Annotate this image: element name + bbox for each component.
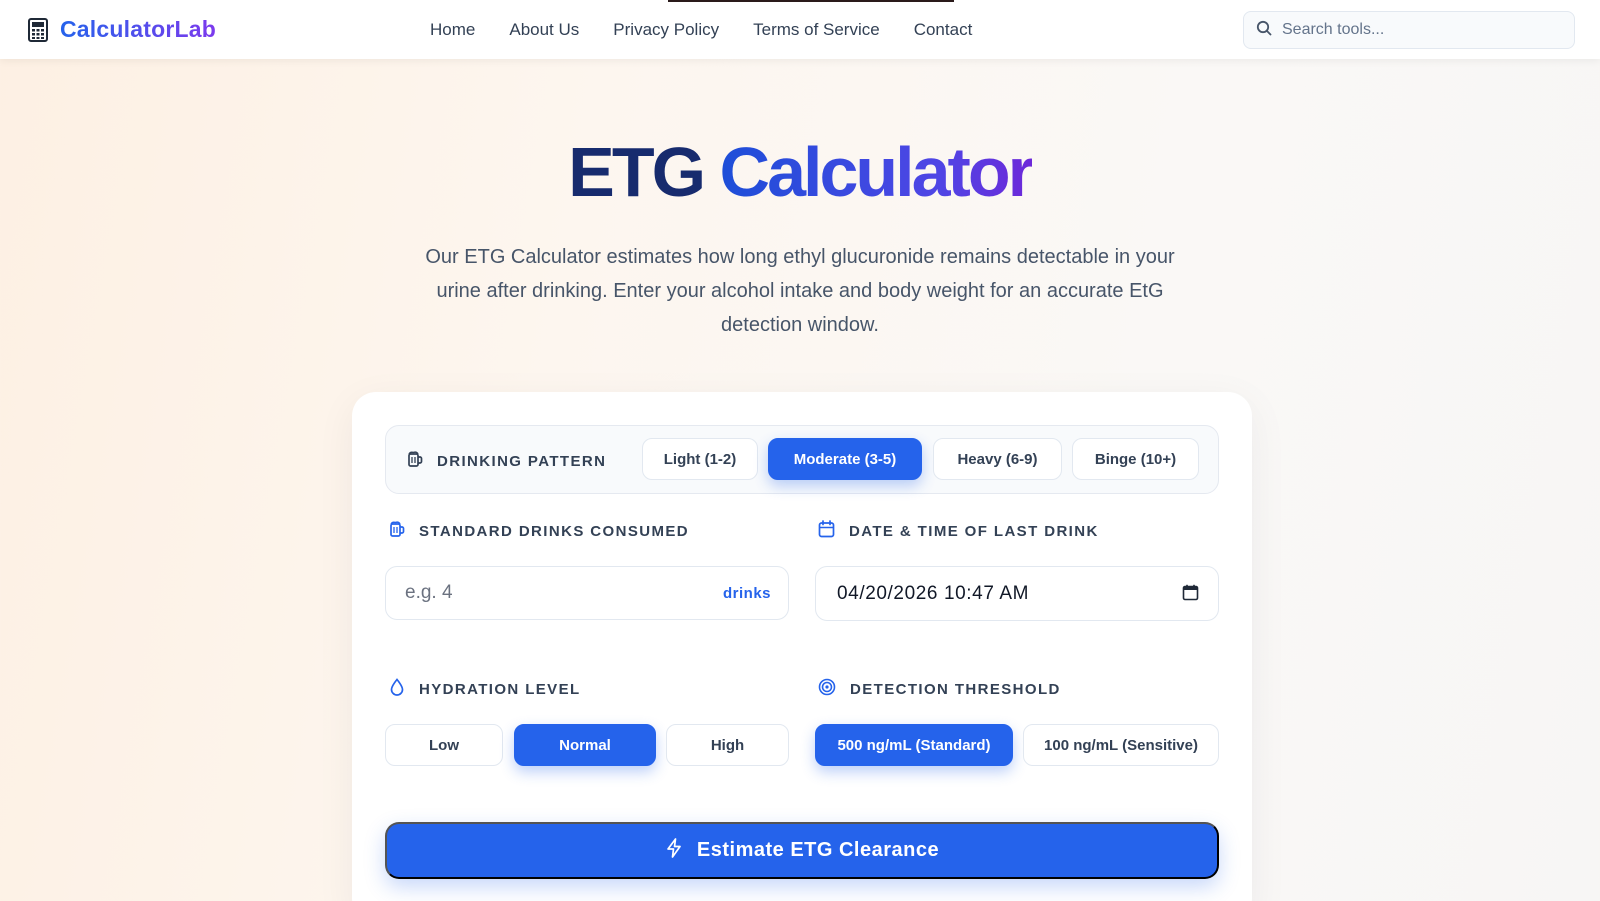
nav-privacy-policy[interactable]: Privacy Policy: [613, 19, 719, 41]
nav-home[interactable]: Home: [430, 19, 475, 41]
lightning-icon: [665, 837, 683, 864]
search-input[interactable]: [1282, 21, 1552, 39]
last-drink-datetime-value: 04/20/2026 10:47 AM: [837, 582, 1030, 604]
main-nav: Home About Us Privacy Policy Terms of Se…: [430, 19, 1006, 41]
pattern-moderate-button[interactable]: Moderate (3-5): [768, 438, 922, 480]
drinking-pattern-label: DRINKING PATTERN: [437, 453, 607, 470]
calendar-icon: [818, 520, 835, 543]
threshold-label-row: DETECTION THRESHOLD: [818, 678, 1061, 701]
drinks-unit-label: drinks: [722, 584, 771, 602]
standard-drinks-field[interactable]: drinks: [385, 566, 789, 620]
calculator-icon: [28, 17, 48, 42]
drinking-pattern-label-row: DRINKING PATTERN: [407, 450, 606, 473]
page-title-part2: Calculator: [719, 133, 1035, 211]
pattern-heavy-button[interactable]: Heavy (6-9): [933, 438, 1062, 480]
page-title: ETG Calculator: [0, 128, 1600, 216]
search-box[interactable]: [1243, 11, 1575, 49]
nav-terms-of-service[interactable]: Terms of Service: [753, 19, 880, 41]
target-icon: [818, 678, 836, 701]
page-title-part1: ETG: [568, 133, 706, 211]
logo[interactable]: CalculatorLab: [28, 16, 216, 43]
hydration-low-button[interactable]: Low: [385, 724, 503, 766]
pattern-binge-button[interactable]: Binge (10+): [1072, 438, 1199, 480]
water-drop-icon: [389, 678, 405, 701]
threshold-sensitive-button[interactable]: 100 ng/mL (Sensitive): [1023, 724, 1219, 766]
estimate-etg-clearance-button[interactable]: Estimate ETG Clearance: [385, 822, 1219, 879]
standard-drinks-input[interactable]: [405, 582, 705, 604]
threshold-label: DETECTION THRESHOLD: [850, 681, 1061, 698]
standard-drinks-label: STANDARD DRINKS CONSUMED: [419, 523, 689, 540]
standard-drinks-label-row: STANDARD DRINKS CONSUMED: [389, 520, 689, 543]
last-drink-label-row: DATE & TIME OF LAST DRINK: [818, 520, 1099, 543]
nav-contact[interactable]: Contact: [914, 19, 973, 41]
hydration-label-row: HYDRATION LEVEL: [389, 678, 581, 701]
beer-mug-icon: [389, 520, 405, 543]
pattern-light-button[interactable]: Light (1-2): [642, 438, 758, 480]
search-icon: [1256, 20, 1272, 41]
logo-text: CalculatorLab: [60, 16, 216, 42]
hydration-normal-button[interactable]: Normal: [514, 724, 656, 766]
threshold-standard-button[interactable]: 500 ng/mL (Standard): [815, 724, 1013, 766]
calendar-picker-icon[interactable]: [1182, 584, 1199, 606]
top-strip: [668, 0, 954, 2]
page-description: Our ETG Calculator estimates how long et…: [425, 246, 1175, 336]
beer-mug-icon: [407, 450, 423, 473]
hydration-label: HYDRATION LEVEL: [419, 681, 581, 698]
estimate-etg-clearance-label: Estimate ETG Clearance: [696, 839, 940, 861]
nav-about-us[interactable]: About Us: [509, 19, 579, 41]
site-header: CalculatorLab Home About Us Privacy Poli…: [0, 0, 1600, 59]
last-drink-label: DATE & TIME OF LAST DRINK: [849, 523, 1099, 540]
hydration-high-button[interactable]: High: [666, 724, 789, 766]
last-drink-datetime-field[interactable]: 04/20/2026 10:47 AM: [815, 566, 1219, 621]
